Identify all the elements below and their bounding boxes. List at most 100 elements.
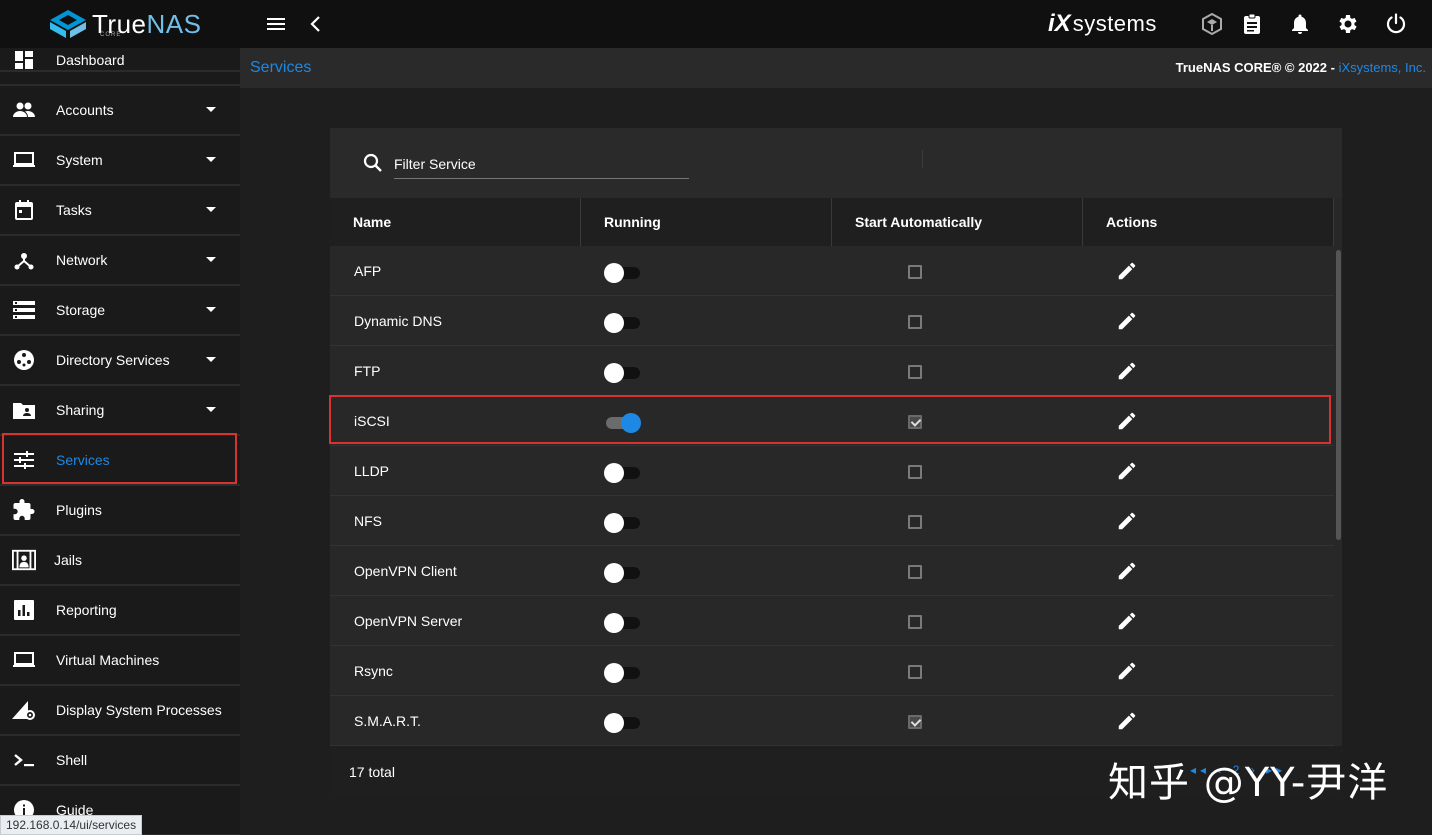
running-toggle[interactable] [604, 362, 642, 383]
edit-pencil-icon[interactable] [1116, 560, 1138, 582]
table-row: S.M.A.R.T. [330, 696, 1334, 746]
sidebar-item-directory-services[interactable]: Directory Services [0, 336, 240, 386]
truecommand-cube-icon[interactable] [1200, 12, 1224, 36]
services-card: Filter Service Name Running Start Automa… [330, 128, 1342, 798]
processes-icon [12, 698, 36, 722]
table-row: AFP [330, 246, 1334, 296]
ixsystems-logo[interactable]: iX systems [1048, 9, 1157, 39]
laptop-icon [12, 148, 36, 172]
sidebar-item-system[interactable]: System [0, 136, 240, 186]
sidebar-item-tasks[interactable]: Tasks [0, 186, 240, 236]
start-automatically-checkbox[interactable] [908, 415, 922, 429]
edit-pencil-icon[interactable] [1116, 660, 1138, 682]
table-header: Name Running Start Automatically Actions [330, 198, 1334, 246]
start-automatically-checkbox[interactable] [908, 515, 922, 529]
running-toggle[interactable] [604, 712, 642, 733]
sidebar-item-label: Shell [56, 752, 88, 768]
sidebar-item-accounts[interactable]: Accounts [0, 86, 240, 136]
calendar-icon [12, 198, 36, 222]
table-row: Dynamic DNS [330, 296, 1334, 346]
start-automatically-checkbox[interactable] [908, 365, 922, 379]
running-toggle[interactable] [604, 412, 642, 433]
divider [922, 150, 923, 168]
sidebar-item-label: Plugins [56, 502, 102, 518]
start-automatically-checkbox[interactable] [908, 615, 922, 629]
running-toggle[interactable] [604, 512, 642, 533]
sidebar-item-services[interactable]: Services [0, 436, 240, 486]
clipboard-icon[interactable] [1240, 12, 1264, 36]
total-count: 17 total [349, 764, 395, 780]
chevron-down-icon [206, 307, 216, 312]
table-row: iSCSI [330, 396, 1334, 446]
logo-subtitle: CORE [100, 32, 122, 38]
running-toggle[interactable] [604, 462, 642, 483]
start-automatically-checkbox[interactable] [908, 265, 922, 279]
sidebar-item-label: Tasks [56, 202, 92, 218]
hamburger-menu-icon[interactable] [264, 12, 288, 36]
page-header: Services TrueNAS CORE® © 2022 - iXsystem… [240, 48, 1432, 88]
table-row: OpenVPN Server [330, 596, 1334, 646]
breadcrumb[interactable]: Services [250, 59, 311, 77]
column-header-start-automatically[interactable]: Start Automatically [832, 198, 1083, 246]
sidebar-item-reporting[interactable]: Reporting [0, 586, 240, 636]
sidebar-item-shell[interactable]: Shell [0, 736, 240, 786]
gear-icon[interactable] [1336, 12, 1360, 36]
edit-pencil-icon[interactable] [1116, 510, 1138, 532]
running-toggle[interactable] [604, 312, 642, 333]
sidebar-item-plugins[interactable]: Plugins [0, 486, 240, 536]
service-name: OpenVPN Client [354, 563, 457, 579]
sidebar-item-dashboard[interactable]: Dashboard [0, 48, 240, 72]
sidebar-item-jails[interactable]: Jails [0, 536, 240, 586]
running-toggle[interactable] [604, 662, 642, 683]
sidebar-item-virtual-machines[interactable]: Virtual Machines [0, 636, 240, 686]
running-toggle[interactable] [604, 612, 642, 633]
truenas-logo[interactable]: TrueNAS CORE [48, 6, 201, 42]
scrollbar[interactable] [1334, 246, 1342, 746]
sidebar-item-label: Storage [56, 302, 106, 318]
dashboard-icon [12, 48, 36, 72]
edit-pencil-icon[interactable] [1116, 260, 1138, 282]
edit-pencil-icon[interactable] [1116, 460, 1138, 482]
start-automatically-checkbox[interactable] [908, 565, 922, 579]
column-header-running[interactable]: Running [581, 198, 832, 246]
chevron-left-icon[interactable] [304, 12, 328, 36]
bell-icon[interactable] [1288, 12, 1312, 36]
scrollbar-thumb[interactable] [1336, 250, 1341, 540]
service-name: Dynamic DNS [354, 313, 442, 329]
sidebar-item-label: Accounts [56, 102, 114, 118]
service-name: Rsync [354, 663, 393, 679]
sidebar-item-sharing[interactable]: Sharing [0, 386, 240, 436]
running-toggle[interactable] [604, 262, 642, 283]
start-automatically-checkbox[interactable] [908, 315, 922, 329]
sidebar-item-storage[interactable]: Storage [0, 286, 240, 336]
table-body: AFP Dynamic DNS FTP iSCSI LLDP NFS OpenVPN Cli… [330, 246, 1334, 746]
sidebar-item-network[interactable]: Network [0, 236, 240, 286]
sidebar-item-label: Display System Processes [56, 702, 222, 718]
power-icon[interactable] [1384, 12, 1408, 36]
edit-pencil-icon[interactable] [1116, 310, 1138, 332]
sidebar-item-label: Network [56, 252, 108, 268]
network-icon [12, 248, 36, 272]
ixsystems-link[interactable]: iXsystems, Inc. [1339, 60, 1426, 75]
status-bar-url: 192.168.0.14/ui/services [0, 815, 143, 835]
sidebar-item-label: Dashboard [56, 52, 125, 68]
service-name: AFP [354, 263, 382, 279]
start-automatically-checkbox[interactable] [908, 465, 922, 479]
table-row: FTP [330, 346, 1334, 396]
running-toggle[interactable] [604, 562, 642, 583]
sidebar-item-display-system-processes[interactable]: Display System Processes [0, 686, 240, 736]
edit-pencil-icon[interactable] [1116, 710, 1138, 732]
edit-pencil-icon[interactable] [1116, 410, 1138, 432]
sidebar-item-label: Directory Services [56, 352, 170, 368]
sidebar-item-label: Virtual Machines [56, 652, 160, 668]
column-header-name[interactable]: Name [330, 198, 581, 246]
start-automatically-checkbox[interactable] [908, 665, 922, 679]
edit-pencil-icon[interactable] [1116, 360, 1138, 382]
watermark: 知乎 @YY-尹洋 [1108, 760, 1389, 806]
monitor-icon [12, 648, 36, 672]
start-automatically-checkbox[interactable] [908, 715, 922, 729]
sidebar-item-label: Jails [54, 552, 83, 568]
chevron-down-icon [206, 207, 216, 212]
edit-pencil-icon[interactable] [1116, 610, 1138, 632]
filter-service-input[interactable]: Filter Service [394, 152, 689, 179]
